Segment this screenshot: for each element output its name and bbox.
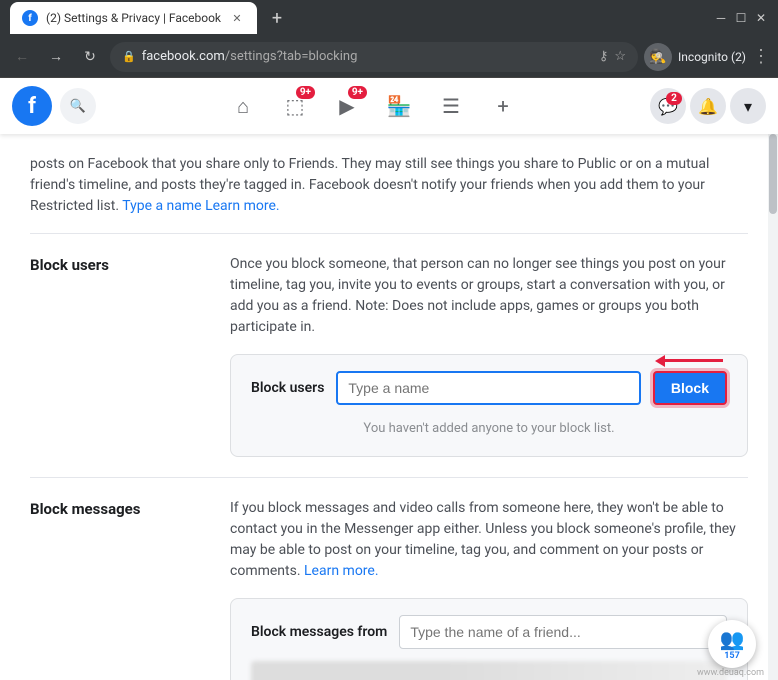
block-users-section: Block users Once you block someone, that… bbox=[30, 234, 748, 478]
watch-badge: 9+ bbox=[348, 86, 367, 99]
people-icon: 👥 bbox=[720, 627, 745, 651]
online-count: 157 bbox=[724, 651, 740, 661]
messages-learn-more-link[interactable]: Learn more. bbox=[304, 563, 379, 579]
menu-icon: ☰ bbox=[442, 94, 460, 118]
home-icon: ⌂ bbox=[237, 94, 249, 119]
people-online-button[interactable]: 👥 157 bbox=[708, 620, 756, 668]
address-bar: ← → ↻ 🔒 facebook.com/settings?tab=blocki… bbox=[0, 36, 778, 78]
url-domain: facebook.com bbox=[142, 49, 225, 64]
url-right-icons: ⚷ ☆ bbox=[599, 49, 626, 64]
block-messages-content: If you block messages and video calls fr… bbox=[230, 498, 748, 680]
nav-right: 💬 2 🔔 ▾ bbox=[650, 88, 766, 124]
tab-title: (2) Settings & Privacy | Facebook bbox=[46, 11, 221, 25]
block-users-desc: Once you block someone, that person can … bbox=[230, 254, 748, 338]
friends-nav-button[interactable]: ⬚ 9+ bbox=[271, 82, 319, 130]
browser-tab[interactable]: f (2) Settings & Privacy | Facebook ✕ bbox=[10, 2, 257, 34]
tab-area: f (2) Settings & Privacy | Facebook ✕ + bbox=[10, 2, 706, 34]
search-icon: 🔍 bbox=[70, 99, 86, 114]
create-icon: + bbox=[497, 94, 508, 118]
marketplace-nav-button[interactable]: 🏪 bbox=[375, 82, 423, 130]
forward-button[interactable]: → bbox=[42, 43, 70, 71]
block-messages-input[interactable] bbox=[399, 615, 727, 649]
account-menu-button[interactable]: ▾ bbox=[730, 88, 766, 124]
block-users-label: Block users bbox=[251, 380, 324, 396]
minimize-button[interactable]: ─ bbox=[714, 11, 728, 25]
block-messages-input-row: Block messages from bbox=[251, 615, 727, 649]
key-icon[interactable]: ⚷ bbox=[599, 49, 609, 64]
chevron-down-icon: ▾ bbox=[744, 97, 752, 116]
back-button[interactable]: ← bbox=[8, 43, 36, 71]
search-button[interactable]: 🔍 bbox=[60, 88, 96, 124]
block-users-button[interactable]: Block bbox=[653, 371, 727, 405]
messenger-button[interactable]: 💬 2 bbox=[650, 88, 686, 124]
restricted-learn-more-link[interactable]: Learn more. bbox=[205, 198, 280, 214]
maximize-button[interactable]: ☐ bbox=[734, 11, 748, 25]
lock-icon: 🔒 bbox=[122, 50, 136, 63]
content-area: posts on Facebook that you share only to… bbox=[0, 134, 778, 680]
main-area: posts on Facebook that you share only to… bbox=[0, 134, 778, 680]
block-users-content: Once you block someone, that person can … bbox=[230, 254, 748, 457]
block-users-title: Block users bbox=[30, 254, 210, 457]
block-users-input-row: Block users Block bbox=[251, 371, 727, 405]
restricted-list-text: posts on Facebook that you share only to… bbox=[30, 154, 748, 234]
restricted-learn-more-link[interactable]: Type a name bbox=[122, 198, 201, 214]
url-bar[interactable]: 🔒 facebook.com/settings?tab=blocking ⚷ ☆ bbox=[110, 42, 638, 72]
title-bar: f (2) Settings & Privacy | Facebook ✕ + … bbox=[0, 0, 778, 36]
tab-favicon: f bbox=[22, 10, 38, 26]
create-nav-button[interactable]: + bbox=[479, 82, 527, 130]
block-messages-desc: If you block messages and video calls fr… bbox=[230, 498, 748, 582]
menu-nav-button[interactable]: ☰ bbox=[427, 82, 475, 130]
marketplace-icon: 🏪 bbox=[387, 94, 412, 118]
notifications-button[interactable]: 🔔 bbox=[690, 88, 726, 124]
facebook-navbar: f 🔍 ⌂ ⬚ 9+ ▶ 9+ 🏪 ☰ + 💬 2 🔔 bbox=[0, 78, 778, 134]
incognito-label: Incognito (2) bbox=[678, 50, 746, 64]
facebook-logo: f bbox=[12, 86, 52, 126]
block-users-input[interactable] bbox=[336, 371, 640, 405]
block-messages-label: Block messages from bbox=[251, 624, 387, 640]
browser-menu-button[interactable]: ⋮ bbox=[752, 46, 770, 67]
tab-close-button[interactable]: ✕ bbox=[229, 10, 245, 26]
url-text: facebook.com/settings?tab=blocking bbox=[142, 49, 593, 64]
window-controls: ─ ☐ ✕ bbox=[714, 11, 768, 25]
watermark: www.deuaq.com bbox=[697, 668, 764, 678]
refresh-button[interactable]: ↻ bbox=[76, 43, 104, 71]
block-users-container: Block users Block You haven't added anyo… bbox=[230, 354, 748, 457]
nav-center: ⌂ ⬚ 9+ ▶ 9+ 🏪 ☰ + bbox=[100, 82, 646, 130]
new-tab-button[interactable]: + bbox=[263, 4, 291, 32]
block-messages-container: Block messages from bbox=[230, 598, 748, 680]
star-icon[interactable]: ☆ bbox=[614, 49, 626, 64]
url-path: /settings?tab=blocking bbox=[225, 49, 358, 64]
friends-badge: 9+ bbox=[296, 86, 315, 99]
block-messages-section: Block messages If you block messages and… bbox=[30, 478, 748, 680]
incognito-icon: 🕵 bbox=[644, 43, 672, 71]
scrollbar-thumb[interactable] bbox=[769, 134, 777, 214]
messenger-badge: 2 bbox=[666, 92, 682, 105]
incognito-area: 🕵 Incognito (2) bbox=[644, 43, 746, 71]
watch-nav-button[interactable]: ▶ 9+ bbox=[323, 82, 371, 130]
scrollbar[interactable]: ▲ ▼ bbox=[768, 134, 778, 680]
block-users-empty-text: You haven't added anyone to your block l… bbox=[251, 417, 727, 440]
blurred-friend-row bbox=[251, 661, 727, 680]
close-window-button[interactable]: ✕ bbox=[754, 11, 768, 25]
home-nav-button[interactable]: ⌂ bbox=[219, 82, 267, 130]
block-messages-title: Block messages bbox=[30, 498, 210, 680]
bell-icon: 🔔 bbox=[698, 97, 718, 116]
